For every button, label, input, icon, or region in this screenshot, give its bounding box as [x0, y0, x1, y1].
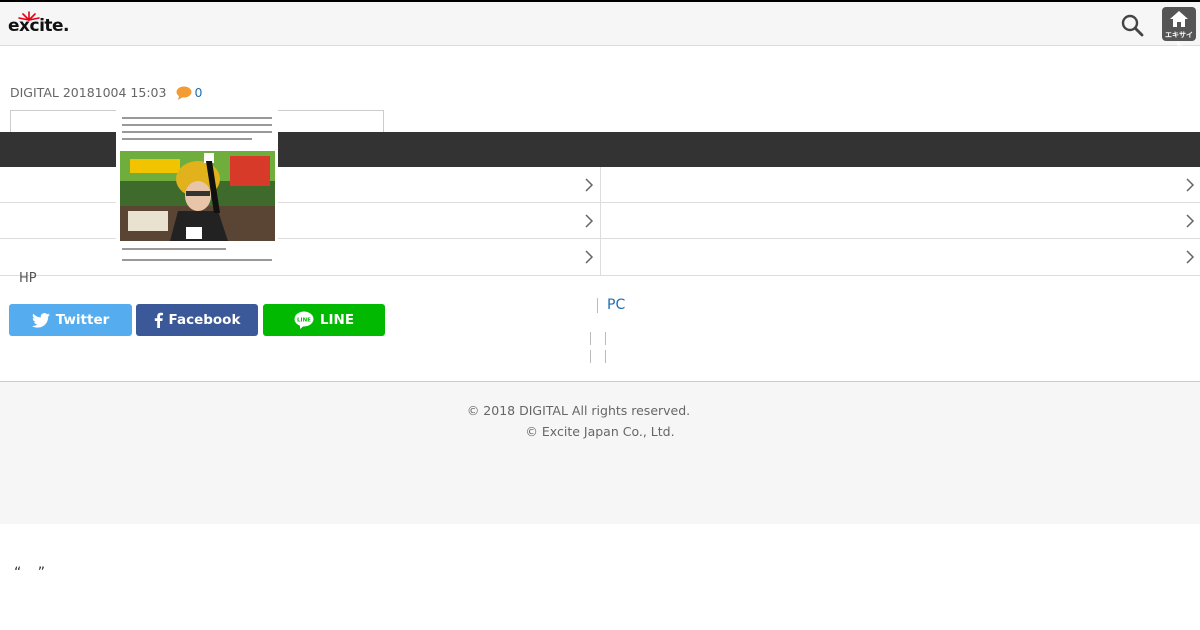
line-share-button[interactable]: LINE LINE: [263, 304, 385, 336]
twitter-share-button[interactable]: Twitter: [9, 304, 132, 336]
thumbnail-text-line: [122, 124, 272, 126]
separator: [605, 350, 606, 363]
grid-link[interactable]: [600, 239, 1200, 275]
copyright-digital: © 2018 DIGITAL All rights reserved.: [466, 403, 691, 418]
thumbnail-text-line: [122, 138, 252, 140]
facebook-share-button[interactable]: Facebook: [136, 304, 258, 336]
chevron-right-icon: [585, 178, 594, 192]
thumbnail-text-line: [122, 259, 272, 261]
excite-logo[interactable]: excite.: [8, 11, 70, 37]
facebook-icon: [154, 312, 163, 328]
thumbnail-photo: [120, 151, 275, 241]
grid-link[interactable]: [600, 167, 1200, 203]
svg-text:LINE: LINE: [297, 318, 311, 324]
article-meta-text: DIGITAL 20181004 15:03: [10, 85, 167, 100]
hp-label: HP: [19, 271, 37, 286]
quote-marks: “ ”: [14, 565, 51, 581]
grid-link[interactable]: [0, 203, 600, 239]
line-icon: LINE: [294, 311, 314, 329]
search-icon[interactable]: [1120, 13, 1144, 37]
pc-view-link[interactable]: PC: [607, 297, 625, 313]
thumbnail-text-line: [122, 248, 226, 250]
comment-icon[interactable]: [176, 86, 192, 100]
separator: [590, 350, 591, 363]
comment-count[interactable]: 0: [194, 85, 202, 100]
grid-link[interactable]: [0, 239, 600, 275]
chevron-right-icon: [1186, 214, 1195, 228]
chevron-right-icon: [1186, 178, 1195, 192]
line-label: LINE: [319, 312, 355, 328]
pc-separator: [597, 298, 598, 313]
thumbnail-text-line: [122, 117, 272, 119]
article-thumbnail[interactable]: [116, 110, 278, 268]
site-header: excite. エキサイト: [0, 2, 1200, 49]
copyright-excite: © Excite Japan Co., Ltd.: [525, 424, 675, 439]
home-icon: [1170, 11, 1188, 27]
chevron-right-icon: [585, 250, 594, 264]
separator: [605, 332, 606, 345]
article-meta: DIGITAL 20181004 15:03 0: [10, 85, 202, 100]
chevron-right-icon: [585, 214, 594, 228]
twitter-label: Twitter: [55, 312, 110, 328]
site-footer: © 2018 DIGITAL All rights reserved. © Ex…: [0, 382, 1200, 524]
home-button[interactable]: エキサイト: [1162, 7, 1196, 49]
grid-link[interactable]: [0, 167, 600, 203]
separator: [590, 332, 591, 345]
home-label: エキサイト: [1165, 31, 1193, 49]
grid-link[interactable]: [600, 203, 1200, 239]
twitter-icon: [31, 312, 50, 328]
thumbnail-text-line: [122, 131, 272, 133]
logo-text: excite.: [8, 16, 70, 36]
chevron-right-icon: [1186, 250, 1195, 264]
facebook-label: Facebook: [168, 312, 241, 328]
